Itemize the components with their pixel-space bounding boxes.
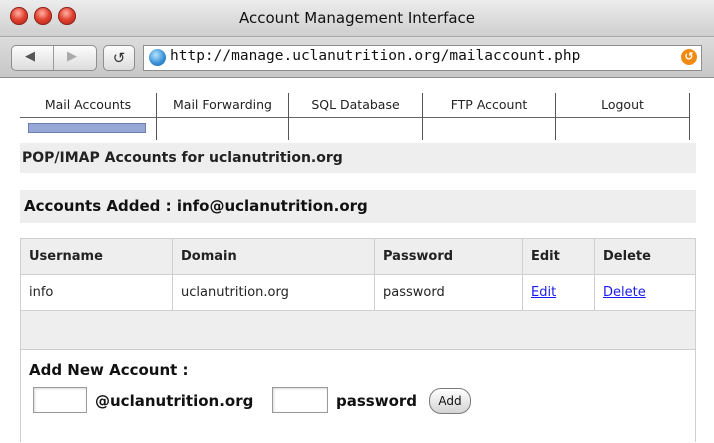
username-input[interactable] [33, 387, 87, 413]
section-title: POP/IMAP Accounts for uclanutrition.org [20, 143, 696, 173]
tab-label[interactable]: Mail Forwarding [157, 97, 288, 112]
table-row: info uclanutrition.org password Edit Del… [21, 275, 695, 311]
table-spacer-row [21, 311, 695, 350]
password-input[interactable] [272, 387, 328, 413]
back-forward-group: ◀ ▶ [11, 45, 97, 71]
divider [53, 46, 54, 70]
cell-edit: Edit [523, 275, 595, 310]
tab-underline [289, 117, 422, 118]
edit-link[interactable]: Edit [531, 285, 556, 300]
main-nav: Mail Accounts Mail Forwarding SQL Databa… [20, 93, 690, 140]
globe-icon [149, 49, 166, 66]
tab-label[interactable]: Mail Accounts [20, 97, 156, 112]
address-bar[interactable]: http://manage.uclanutrition.org/mailacco… [143, 45, 702, 71]
tab-label[interactable]: SQL Database [289, 97, 422, 112]
accounts-table: Username Domain Password Edit Delete inf… [20, 238, 696, 443]
reload-icon: ↺ [112, 49, 126, 67]
active-tab-marker [28, 123, 146, 133]
add-account-section: Add New Account : @uclanutrition.org pas… [21, 350, 695, 443]
cell-password: password [375, 275, 523, 310]
tab-sql-database[interactable]: SQL Database [289, 93, 423, 140]
domain-suffix-label: @uclanutrition.org [95, 392, 254, 410]
tab-label[interactable]: Logout [556, 97, 689, 112]
tab-underline [157, 117, 288, 118]
delete-link[interactable]: Delete [603, 285, 646, 300]
browser-toolbar: ◀ ▶ ↺ http://manage.uclanutrition.org/ma… [0, 37, 714, 78]
window-titlebar: Account Management Interface [0, 0, 714, 37]
snapback-icon[interactable]: ↺ [681, 49, 697, 65]
tab-mail-accounts[interactable]: Mail Accounts [20, 93, 157, 140]
cell-domain: uclanutrition.org [173, 275, 375, 310]
add-button[interactable]: Add [429, 388, 471, 414]
tab-underline [556, 117, 689, 118]
cell-delete: Delete [595, 275, 695, 310]
header-password: Password [375, 239, 523, 274]
add-account-title: Add New Account : [29, 361, 189, 379]
url-text[interactable]: http://manage.uclanutrition.org/mailacco… [170, 48, 580, 64]
header-domain: Domain [173, 239, 375, 274]
reload-button[interactable]: ↺ [103, 45, 135, 71]
window-title: Account Management Interface [238, 9, 476, 27]
header-edit: Edit [523, 239, 595, 274]
tab-underline [423, 117, 555, 118]
table-header-row: Username Domain Password Edit Delete [21, 239, 695, 275]
forward-arrow-icon[interactable]: ▶ [67, 49, 77, 64]
header-delete: Delete [603, 249, 651, 264]
password-label: password [336, 392, 418, 410]
cell-username: info [21, 275, 173, 310]
tab-underline [20, 117, 156, 118]
tab-ftp-account[interactable]: FTP Account [423, 93, 556, 140]
header-username: Username [21, 239, 173, 274]
tab-label[interactable]: FTP Account [423, 97, 555, 112]
accounts-added-title: Accounts Added : info@uclanutrition.org [20, 190, 696, 223]
tab-mail-forwarding[interactable]: Mail Forwarding [157, 93, 289, 140]
back-arrow-icon[interactable]: ◀ [25, 49, 35, 64]
tab-logout[interactable]: Logout [556, 93, 690, 140]
